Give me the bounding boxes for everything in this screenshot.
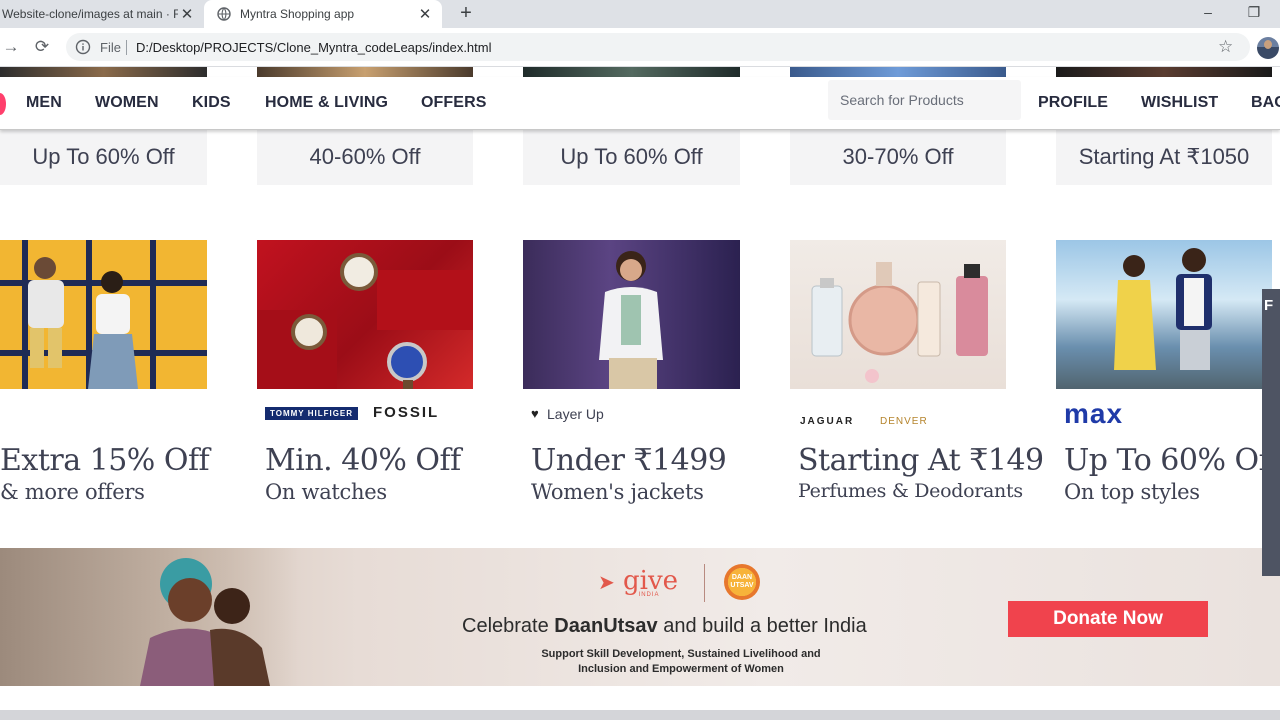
- offer-title: Starting At ₹149: [798, 443, 1044, 478]
- offer-card[interactable]: ♥ Layer Up Under ₹1499 Women's jackets: [523, 240, 740, 540]
- url-text[interactable]: D:/Desktop/PROJECTS/Clone_Myntra_codeLea…: [136, 40, 492, 55]
- banner-divider: [704, 564, 705, 602]
- hero-image-sliver: [1056, 67, 1272, 77]
- side-feedback-tab[interactable]: F: [1262, 289, 1280, 576]
- brand-logo-tommy: TOMMY HILFIGER: [265, 407, 359, 420]
- offer-tile[interactable]: Starting At ₹1050: [1056, 129, 1272, 185]
- reload-icon[interactable]: ⟳: [32, 37, 52, 57]
- nav-link-profile[interactable]: PROFILE: [1038, 94, 1108, 112]
- give-india-logo: ➤ give INDIA: [598, 566, 678, 598]
- donate-now-button[interactable]: Donate Now: [1008, 601, 1208, 637]
- search-input[interactable]: [828, 80, 1021, 120]
- forward-arrow-icon[interactable]: →: [1, 37, 21, 57]
- offer-text: Up To 60% Off: [560, 144, 703, 169]
- brand-logos: ♥ Layer Up: [523, 400, 740, 430]
- banner-photo: [0, 548, 300, 686]
- close-icon[interactable]: ✕: [416, 5, 434, 23]
- offer-card[interactable]: Extra 15% Off & more offers: [0, 240, 210, 540]
- minimize-icon[interactable]: –: [1197, 2, 1219, 22]
- hero-image-sliver: [790, 67, 1006, 77]
- brand-logo-fossil: FOSSIL: [373, 404, 440, 421]
- brand-logo-max: max: [1064, 398, 1124, 429]
- page-viewport: MEN WOMEN KIDS HOME & LIVING OFFERS PROF…: [0, 67, 1280, 720]
- headline-pre: Celebrate: [462, 615, 555, 637]
- offer-subtitle: On top styles: [1064, 480, 1200, 504]
- browser-tab-strip: Website-clone/images at main · F ✕ Myntr…: [0, 0, 1280, 28]
- offer-subtitle: & more offers: [0, 480, 145, 504]
- offer-tile[interactable]: 40-60% Off: [257, 129, 473, 185]
- card-image: [790, 240, 1006, 389]
- avatar[interactable]: [1257, 37, 1279, 59]
- nav-link-men[interactable]: MEN: [26, 94, 62, 112]
- brand-logo-jaguar: JAGUAR: [800, 416, 855, 427]
- offer-title: Under ₹1499: [531, 443, 727, 478]
- info-icon[interactable]: [75, 39, 91, 55]
- offer-subtitle: On watches: [265, 480, 387, 504]
- url-scheme: File: [100, 40, 121, 55]
- side-tab-label: F: [1264, 297, 1274, 314]
- tab-title: Website-clone/images at main · F: [2, 7, 178, 21]
- offer-text: Up To 60% Off: [32, 144, 175, 169]
- nav-link-wishlist[interactable]: WISHLIST: [1141, 94, 1218, 112]
- globe-icon: [216, 6, 232, 22]
- headline-bold: DaanUtsav: [554, 615, 658, 637]
- browser-tab-github[interactable]: Website-clone/images at main · F ✕: [0, 0, 204, 28]
- give-logo-icon: ➤: [598, 570, 615, 594]
- myntra-logo-icon[interactable]: [0, 93, 6, 115]
- brand-logo-layer-up: Layer Up: [547, 406, 604, 422]
- close-icon[interactable]: ✕: [178, 5, 196, 23]
- hero-image-sliver: [257, 67, 473, 77]
- banner-headline: Celebrate DaanUtsav and build a better I…: [462, 615, 867, 638]
- nav-link-women[interactable]: WOMEN: [95, 94, 159, 112]
- card-image: [0, 240, 207, 389]
- offer-card[interactable]: max Up To 60% Off On top styles: [1056, 240, 1280, 540]
- offer-text: Starting At ₹1050: [1078, 144, 1250, 169]
- nav-link-bag[interactable]: BAG: [1251, 94, 1280, 112]
- card-image: [257, 240, 473, 389]
- offer-subtitle: Perfumes & Deodorants: [798, 480, 1023, 502]
- brand-logo-denver: DENVER: [880, 416, 928, 427]
- offer-card[interactable]: TOMMY HILFIGER FOSSIL Min. 40% Off On wa…: [257, 240, 473, 540]
- offer-subtitle: Women's jackets: [531, 480, 704, 504]
- hero-image-sliver: [0, 67, 207, 77]
- offer-text: 30-70% Off: [842, 144, 954, 169]
- offer-tile[interactable]: 30-70% Off: [790, 129, 1006, 185]
- banner-sub-line2: Inclusion and Empowerment of Women: [578, 663, 784, 675]
- offer-title: Extra 15% Off: [0, 443, 210, 478]
- plus-icon[interactable]: +: [456, 3, 476, 23]
- footer-edge: [0, 710, 1280, 720]
- tab-title: Myntra Shopping app: [240, 7, 355, 21]
- banner-sub-line1: Support Skill Development, Sustained Liv…: [541, 648, 821, 660]
- banner-subtext: Support Skill Development, Sustained Liv…: [532, 647, 830, 677]
- daan-utsav-badge: DAAN UTSAV: [724, 564, 760, 600]
- brand-logos: max: [1056, 398, 1272, 430]
- nav-link-home-living[interactable]: HOME & LIVING: [265, 94, 388, 112]
- hero-image-sliver: [523, 67, 740, 77]
- nav-link-kids[interactable]: KIDS: [192, 94, 231, 112]
- offer-title: Up To 60% Off: [1064, 443, 1280, 478]
- brand-logos: JAGUAR DENVER: [790, 400, 1006, 430]
- card-image: [523, 240, 740, 389]
- headline-post: and build a better India: [657, 615, 867, 637]
- browser-toolbar: → ⟳ File D:/Desktop/PROJECTS/Clone_Myntr…: [0, 28, 1280, 67]
- offer-title: Min. 40% Off: [265, 443, 461, 478]
- brand-logos: TOMMY HILFIGER FOSSIL: [257, 400, 473, 430]
- browser-tab-myntra[interactable]: Myntra Shopping app ✕: [204, 0, 442, 28]
- offer-tile[interactable]: Up To 60% Off: [0, 129, 207, 185]
- offer-tile[interactable]: Up To 60% Off: [523, 129, 740, 185]
- heart-icon: ♥: [531, 406, 539, 421]
- url-divider: [126, 40, 127, 55]
- donation-banner[interactable]: ➤ give INDIA DAAN UTSAV Celebrate DaanUt…: [0, 548, 1280, 686]
- nav-link-offers[interactable]: OFFERS: [421, 94, 487, 112]
- offer-card[interactable]: JAGUAR DENVER Starting At ₹149 Perfumes …: [790, 240, 1044, 540]
- offer-text: 40-60% Off: [309, 144, 421, 169]
- star-icon[interactable]: ☆: [1218, 37, 1233, 57]
- site-header: MEN WOMEN KIDS HOME & LIVING OFFERS PROF…: [0, 77, 1280, 130]
- address-bar[interactable]: File D:/Desktop/PROJECTS/Clone_Myntra_co…: [66, 33, 1250, 61]
- card-image: [1056, 240, 1272, 389]
- restore-icon[interactable]: ❐: [1243, 2, 1265, 22]
